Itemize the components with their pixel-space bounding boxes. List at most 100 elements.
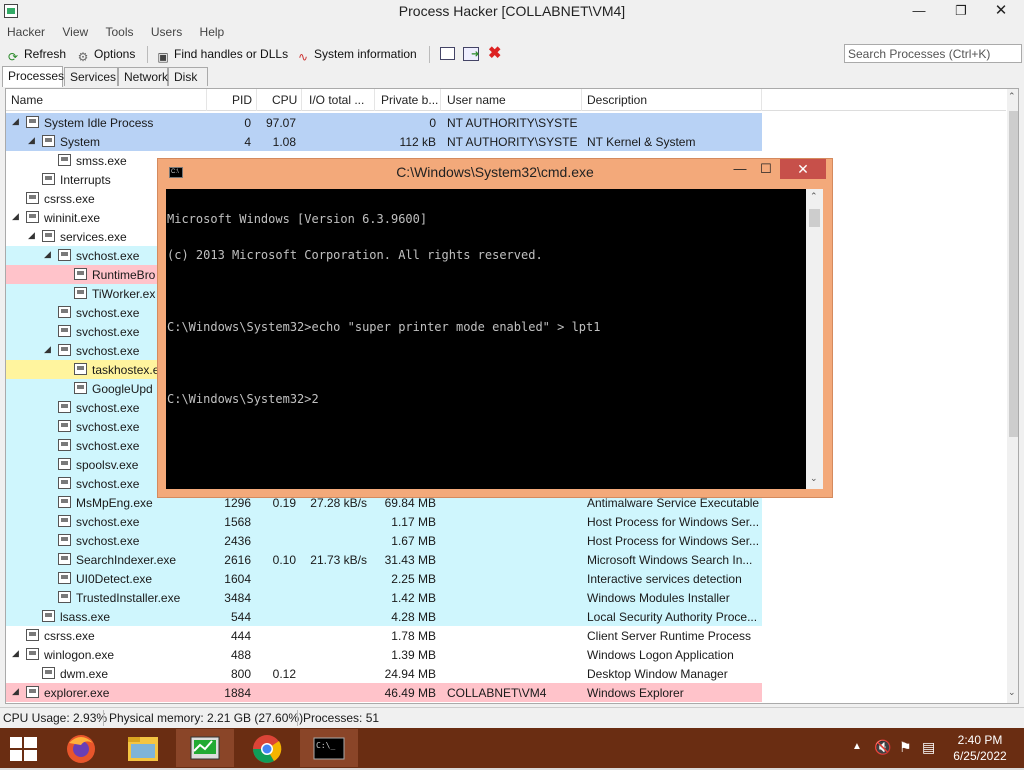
expand-arrow-icon[interactable]: ◢ [44,249,51,260]
toolbar-separator [429,46,430,63]
process-description: Windows Logon Application [587,648,734,662]
cmd-close-button[interactable]: ✕ [780,159,826,179]
process-hacker-taskbar-button[interactable] [176,729,234,767]
menu-view[interactable]: View [55,23,95,41]
terminate-icon[interactable]: ✖ [488,45,501,63]
tab-network[interactable]: Network [118,67,168,86]
find-window-icon[interactable]: ➜ [463,47,479,61]
process-icon [58,325,71,337]
process-pid: 2616 [224,553,251,567]
process-name: winlogon.exe [44,648,115,662]
process-icon [58,420,71,432]
column-user-name[interactable]: User name [447,93,506,107]
menu-hacker[interactable]: Hacker [0,23,52,41]
minimize-button[interactable]: — [904,0,934,22]
cmd-scroll-down-arrow[interactable]: ⌄ [810,473,818,484]
windows-start-icon[interactable] [10,737,38,761]
action-center-flag-icon[interactable]: ⚑ [899,739,912,756]
options-button[interactable]: ⚙ Options [76,45,136,64]
table-row[interactable]: ◢ System 4 1.08 112 kB NT AUTHORITY\SYSTEM NT … [6,132,762,151]
process-icon [58,306,71,318]
column-cpu[interactable]: CPU [272,93,297,107]
folder-icon [128,737,158,761]
table-row[interactable]: ◢ System Idle Process 0 97.07 0 NT AUTHORITY\… [6,113,762,132]
search-processes-input[interactable]: Search Processes (Ctrl+K) [844,44,1022,63]
find-handles-button[interactable]: ▣ Find handles or DLLs [156,45,288,64]
firefox-taskbar-button[interactable] [52,729,110,767]
process-description: Local Security Authority Proce... [587,610,758,624]
process-name: UI0Detect.exe [76,572,153,586]
process-private-bytes: 0 [429,116,436,130]
cmd-scrollbar-thumb[interactable] [809,209,820,227]
clock-date: 6/25/2022 [953,749,1007,763]
table-row[interactable]: ◢ explorer.exe 1884 46.49 MB COLLABNET\VM4 Wi… [6,683,762,702]
process-pid: 800 [230,667,251,681]
table-row[interactable]: SearchIndexer.exe 2616 0.10 21.73 kB/s 31.43… [6,550,762,569]
process-private-bytes: 1.17 MB [391,515,436,529]
cmd-scrollbar[interactable]: ⌃ ⌄ [806,189,823,489]
expand-arrow-icon[interactable]: ◢ [28,135,35,146]
tab-disk[interactable]: Disk [168,67,208,86]
cmd-window[interactable]: C:\ C:\Windows\System32\cmd.exe — ☐ ✕ Mi… [157,158,833,498]
process-pid: 488 [230,648,251,662]
process-icon [58,572,71,584]
table-row[interactable]: csrss.exe 444 1.78 MB Client Server Runtime… [6,626,762,645]
maximize-button[interactable]: ❐ [946,0,976,22]
refresh-button[interactable]: ⟳ Refresh [6,45,66,64]
process-private-bytes: 69.84 MB [384,496,436,510]
tab-services[interactable]: Services [64,67,118,86]
process-name: TrustedInstaller.exe [76,591,181,605]
expand-arrow-icon[interactable]: ◢ [44,344,51,355]
file-explorer-taskbar-button[interactable] [114,729,172,767]
console-output[interactable]: Microsoft Windows [Version 6.3.9600] (c)… [166,189,806,489]
network-icon[interactable]: ▤ [922,739,935,756]
table-row[interactable]: TrustedInstaller.exe 3484 1.42 MB Windows M… [6,588,762,607]
column-private-bytes[interactable]: Private b... [381,93,438,107]
expand-arrow-icon[interactable]: ◢ [12,116,19,127]
scroll-down-arrow[interactable]: ⌄ [1008,687,1016,698]
menu-users[interactable]: Users [144,23,189,41]
expand-arrow-icon[interactable]: ◢ [28,230,35,241]
menu-help[interactable]: Help [193,23,232,41]
process-cpu: 1.08 [272,135,296,149]
column-name[interactable]: Name [11,93,43,107]
table-row[interactable]: svchost.exe 1568 1.17 MB Host Process for W… [6,512,762,531]
table-row[interactable]: ◢ winlogon.exe 488 1.39 MB Windows Logon App… [6,645,762,664]
cmd-taskbar-button[interactable]: C:\_ [300,729,358,767]
table-row[interactable]: UI0Detect.exe 1604 2.25 MB Interactive serv… [6,569,762,588]
table-row[interactable]: lsass.exe 544 4.28 MB Local Security Author… [6,607,762,626]
close-button[interactable]: ✕ [986,0,1016,22]
column-io-total[interactable]: I/O total ... [309,93,364,107]
expand-arrow-icon[interactable]: ◢ [12,686,19,697]
window-icon[interactable] [440,47,455,60]
process-icon [42,610,55,622]
menu-tools[interactable]: Tools [99,23,141,41]
chrome-taskbar-button[interactable] [238,729,296,767]
table-row[interactable]: dwm.exe 800 0.12 24.94 MB Desktop Window Man… [6,664,762,683]
process-icon [58,477,71,489]
cmd-minimize-button[interactable]: — [726,159,754,179]
title-bar[interactable]: Process Hacker [COLLABNET\VM4] — ❐ ✕ [0,0,1024,23]
column-divider [440,89,441,111]
tab-processes[interactable]: Processes [2,66,64,87]
vertical-scrollbar[interactable]: ⌃ ⌄ [1007,89,1018,703]
table-row[interactable]: svchost.exe 2436 1.67 MB Host Process for W… [6,531,762,550]
taskbar-clock[interactable]: 2:40 PM 6/25/2022 [942,732,1018,764]
scroll-up-arrow[interactable]: ⌃ [1008,91,1016,102]
process-name: lsass.exe [60,610,111,624]
process-name: dwm.exe [60,667,109,681]
process-private-bytes: 24.94 MB [384,667,436,681]
system-information-button[interactable]: ∿ System information [296,45,417,64]
column-pid[interactable]: PID [232,93,252,107]
expand-arrow-icon[interactable]: ◢ [12,211,19,222]
scrollbar-thumb[interactable] [1009,111,1018,437]
expand-arrow-icon[interactable]: ◢ [12,648,19,659]
process-count: Processes: 51 [303,711,380,725]
speaker-muted-icon[interactable]: 🔇 [874,739,891,756]
process-pid: 3484 [224,591,251,605]
cpu-usage: CPU Usage: 2.93% [3,711,108,725]
tray-overflow-icon[interactable]: ▲ [852,741,862,752]
cmd-maximize-button[interactable]: ☐ [752,159,780,179]
column-description[interactable]: Description [587,93,647,107]
cmd-scroll-up-arrow[interactable]: ⌃ [810,191,818,202]
